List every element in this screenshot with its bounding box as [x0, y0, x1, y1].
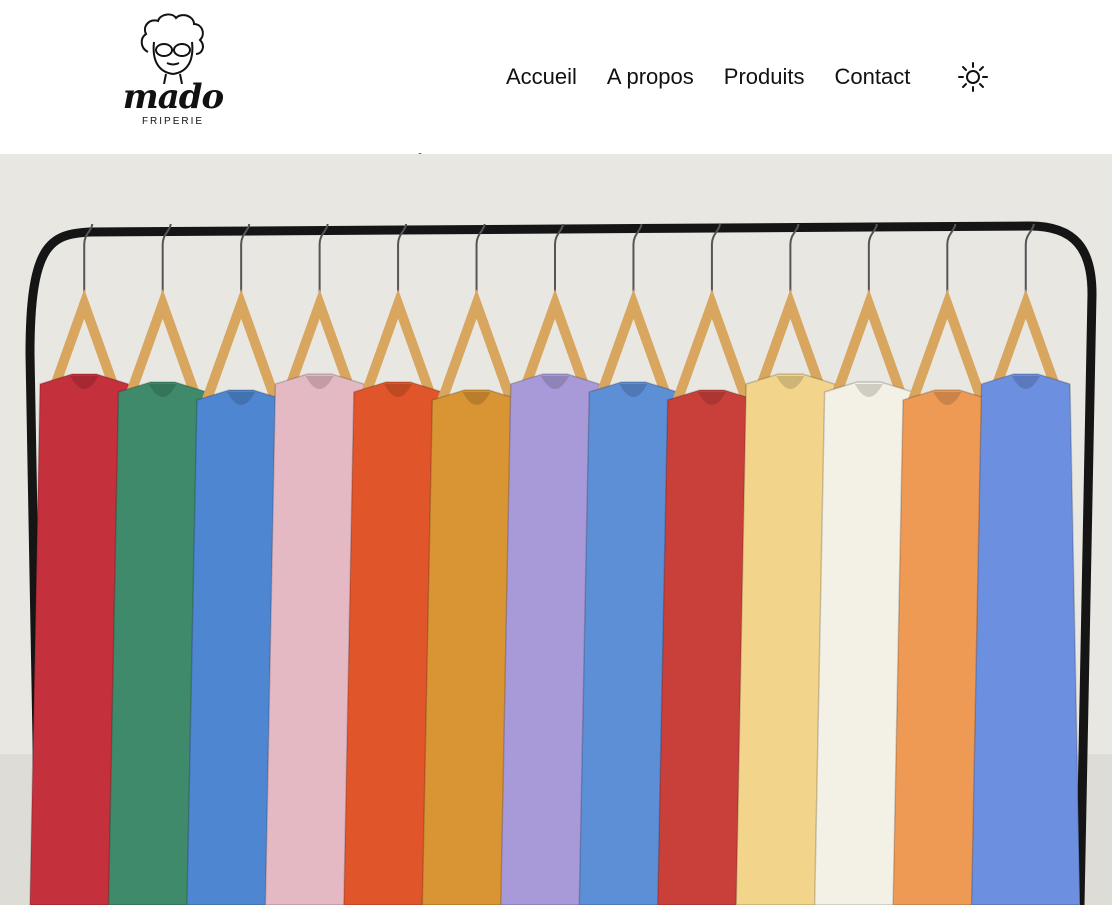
grandma-face-icon: [140, 13, 204, 84]
nav-item-a-propos[interactable]: A propos: [607, 63, 694, 91]
clothing-rack-illustration: [0, 154, 1112, 905]
nav-item-accueil[interactable]: Accueil: [506, 63, 577, 91]
brand-logo[interactable]: mado FRIPERIE: [120, 12, 226, 130]
main-nav: Accueil A propos Produits Contact: [506, 62, 910, 92]
sun-icon: [958, 62, 988, 92]
theme-toggle-button[interactable]: [955, 60, 991, 94]
nav-item-contact[interactable]: Contact: [834, 63, 910, 91]
brand-subtitle: FRIPERIE: [141, 116, 205, 127]
brand-name: mado: [122, 77, 224, 117]
site-header: mado FRIPERIE Accueil A propos Produits …: [0, 0, 1112, 154]
nav-item-produits[interactable]: Produits: [724, 63, 805, 91]
hero-image: [0, 154, 1112, 905]
